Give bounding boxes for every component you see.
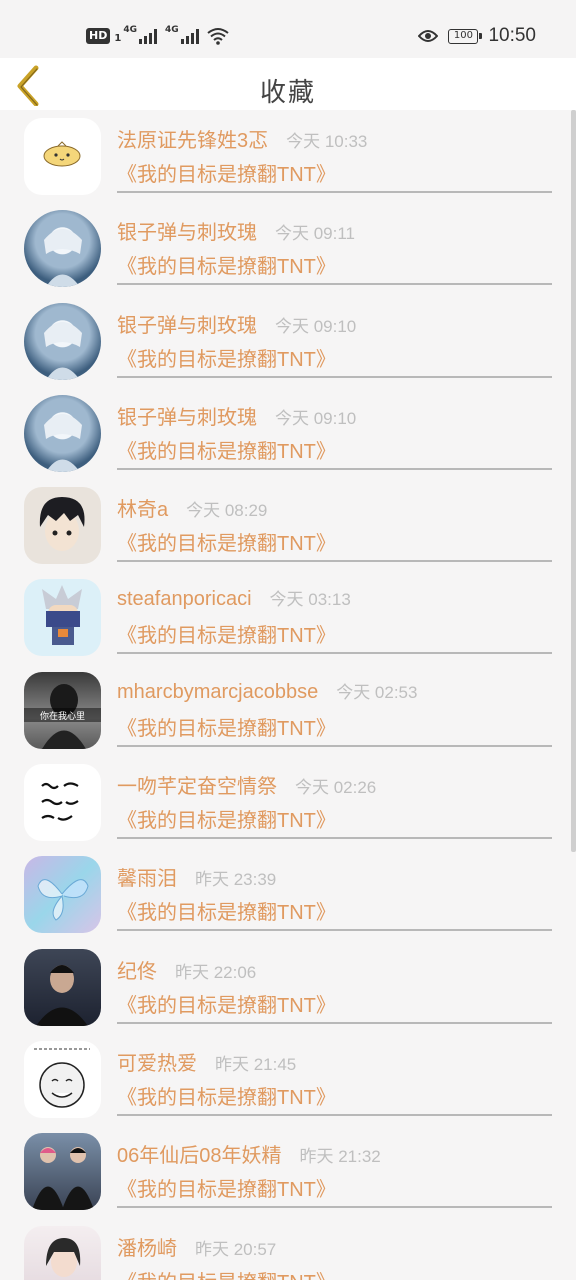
divider: [117, 1021, 552, 1024]
item-title[interactable]: 《我的目标是撩翻TNT》: [117, 250, 336, 279]
list-item[interactable]: 银子弹与刺玫瑰 今天 09:11 《我的目标是撩翻TNT》: [0, 202, 576, 294]
divider: [117, 467, 552, 470]
list-item[interactable]: 银子弹与刺玫瑰 今天 09:10 《我的目标是撩翻TNT》: [0, 387, 576, 479]
scrollbar[interactable]: [571, 110, 576, 852]
list-item[interactable]: 纪佟 昨天 22:06 《我的目标是撩翻TNT》: [0, 941, 576, 1033]
item-title[interactable]: 《我的目标是撩翻TNT》: [117, 1266, 336, 1280]
network-type-2: 4G: [164, 25, 179, 35]
list-item[interactable]: 银子弹与刺玫瑰 今天 09:10 《我的目标是撩翻TNT》: [0, 295, 576, 387]
divider: [117, 283, 552, 286]
item-title[interactable]: 《我的目标是撩翻TNT》: [117, 527, 336, 556]
timestamp: 昨天 21:32: [299, 1147, 381, 1167]
timestamp: 今天 09:10: [275, 408, 357, 428]
avatar: [24, 948, 101, 1026]
hd-sub: 1: [114, 32, 122, 44]
status-right: 100 10:50: [418, 24, 536, 48]
item-title[interactable]: 《我的目标是撩翻TNT》: [117, 896, 336, 925]
avatar-caption: 你在我心里: [40, 710, 85, 721]
user-name[interactable]: 林奇a: [117, 493, 168, 522]
hd-badge: HD: [86, 28, 111, 44]
timestamp: 今天 08:29: [186, 501, 268, 521]
divider: [117, 652, 552, 655]
battery-indicator: 100: [448, 28, 483, 44]
favorites-list[interactable]: 法原证先锋姓3忑 今天 10:33 《我的目标是撩翻TNT》 银子弹与刺玫瑰 今天 …: [0, 110, 576, 1280]
user-name[interactable]: 法原证先锋姓3忑: [117, 124, 268, 153]
avatar: [24, 856, 101, 934]
avatar: [24, 487, 101, 565]
list-item[interactable]: 潘杨崎昨天 20:57 《我的目标是撩翻TNT》: [0, 1218, 576, 1280]
divider: [117, 1113, 552, 1116]
timestamp: 今天 10:33: [286, 132, 368, 151]
status-left: HD 1 4G 4G: [86, 24, 229, 48]
timestamp: 今天 09:10: [275, 316, 357, 336]
avatar: [24, 1225, 101, 1280]
divider: [117, 744, 552, 747]
status-bar: HD 1 4G 4G 100 10:50: [0, 0, 576, 58]
item-title[interactable]: 《我的目标是撩翻TNT》: [117, 712, 336, 741]
avatar: [24, 764, 101, 842]
list-item[interactable]: steafanporicaci 今天 03:13 《我的目标是撩翻TNT》: [0, 571, 576, 663]
signal-icon-2: [180, 28, 199, 44]
page-title: 收藏: [259, 78, 316, 108]
user-name[interactable]: 06年仙后08年妖精: [117, 1139, 282, 1168]
timestamp: 今天 09:11: [275, 224, 356, 244]
divider: [117, 191, 552, 193]
item-title[interactable]: 《我的目标是撩翻TNT》: [117, 435, 336, 464]
list-item[interactable]: 馨雨泪 昨天 23:39 《我的目标是撩翻TNT》: [0, 848, 576, 940]
user-name[interactable]: 潘杨崎: [117, 1232, 177, 1261]
user-name[interactable]: 纪佟: [117, 955, 157, 984]
list-item[interactable]: 06年仙后08年妖精 昨天 21:32 《我的目标是撩翻TNT》: [0, 1125, 576, 1217]
list-item[interactable]: 法原证先锋姓3忑 今天 10:33 《我的目标是撩翻TNT》: [0, 110, 576, 202]
user-name[interactable]: 一吻芊定奋空情祭: [117, 770, 277, 799]
item-title[interactable]: 《我的目标是撩翻TNT》: [117, 158, 336, 187]
divider: [117, 929, 552, 932]
user-name[interactable]: 银子弹与刺玫瑰: [117, 216, 257, 245]
avatar: [24, 1040, 101, 1118]
user-name[interactable]: 银子弹与刺玫瑰: [117, 401, 257, 430]
divider: [117, 560, 552, 563]
item-title[interactable]: 《我的目标是撩翻TNT》: [117, 343, 336, 372]
timestamp: 昨天 21:45: [215, 1054, 297, 1074]
item-title[interactable]: 《我的目标是撩翻TNT》: [117, 1081, 336, 1110]
item-title[interactable]: 《我的目标是撩翻TNT》: [117, 989, 336, 1018]
timestamp: 昨天 22:06: [175, 962, 257, 982]
user-name[interactable]: 可爱热爱: [117, 1047, 197, 1076]
signal-icon-1: [138, 28, 157, 44]
item-title[interactable]: 《我的目标是撩翻TNT》: [117, 619, 336, 648]
timestamp: 今天 03:13: [269, 590, 351, 610]
timestamp: 今天 02:53: [336, 682, 418, 702]
user-name[interactable]: mharcbymarcjacobbse: [117, 681, 318, 704]
app-header: 收藏: [0, 58, 576, 110]
item-title[interactable]: 《我的目标是撩翻TNT》: [117, 1173, 336, 1202]
user-name[interactable]: steafanporicaci: [117, 588, 252, 611]
avatar: 你在我心里: [24, 671, 101, 749]
timestamp: 昨天 20:57: [195, 1239, 277, 1259]
list-item[interactable]: 你在我心里 mharcbymarcjacobbse 今天 02:53 《我的目标是…: [0, 664, 576, 756]
list-item[interactable]: 林奇a 今天 08:29 《我的目标是撩翻TNT》: [0, 479, 576, 571]
user-name[interactable]: 馨雨泪: [117, 862, 177, 891]
list-item[interactable]: 可爱热爱 昨天 21:45 《我的目标是撩翻TNT》: [0, 1033, 576, 1125]
divider: [117, 1206, 552, 1209]
eye-icon: [418, 30, 439, 42]
item-title[interactable]: 《我的目标是撩翻TNT》: [117, 804, 336, 833]
timestamp: 今天 02:26: [295, 778, 377, 798]
clock: 10:50: [488, 25, 536, 46]
divider: [117, 375, 552, 378]
avatar: [24, 210, 101, 288]
avatar: [24, 394, 101, 472]
user-name[interactable]: 银子弹与刺玫瑰: [117, 309, 257, 338]
avatar: [24, 579, 101, 657]
wifi-icon: [207, 28, 229, 45]
divider: [117, 837, 552, 840]
avatar: [24, 302, 101, 380]
network-type-1: 4G: [123, 25, 137, 35]
list-item[interactable]: 一吻芊定奋空情祭 今天 02:26 《我的目标是撩翻TNT》: [0, 756, 576, 848]
avatar: [24, 1133, 101, 1211]
avatar: [24, 118, 101, 195]
timestamp: 昨天 23:39: [195, 870, 277, 890]
